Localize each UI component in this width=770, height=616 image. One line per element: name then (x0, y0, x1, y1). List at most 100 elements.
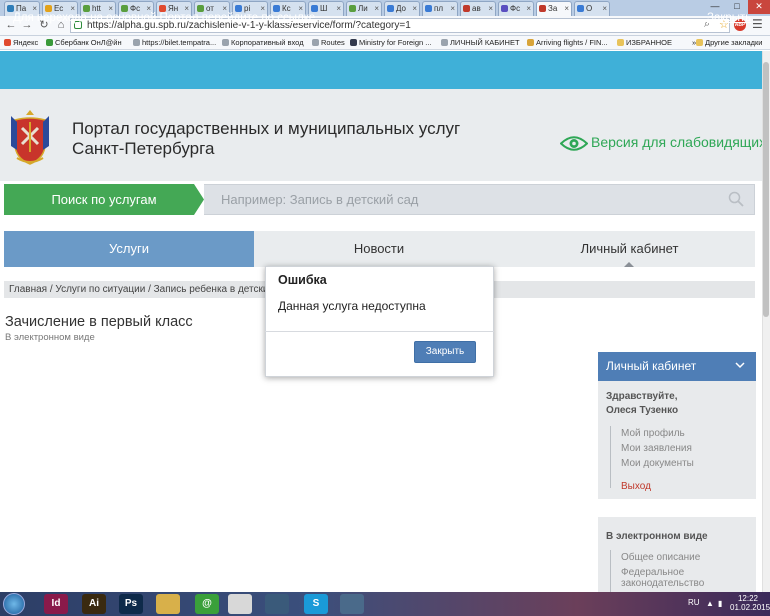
tab-favicon-icon (235, 5, 242, 12)
calc-app-icon[interactable] (340, 594, 364, 614)
tab-close-icon[interactable]: × (602, 2, 607, 15)
dialog-close-button[interactable]: Закрыть (414, 341, 476, 363)
dialog-message: Данная услуга недоступна (278, 299, 426, 313)
my-applications-link[interactable]: Мои заявления (621, 443, 692, 454)
tab-label: До (396, 4, 406, 13)
menu-item-services[interactable]: Услуги (4, 231, 254, 267)
bookmark-item[interactable]: Arriving flights / FIN... (527, 38, 608, 47)
bookmark-item[interactable]: Корпоративный вход (222, 38, 304, 47)
search-label: Поиск по услугам (4, 184, 204, 215)
tab-label: Ш (320, 4, 328, 13)
id-app-icon[interactable]: Id (44, 594, 68, 614)
ai-app-icon[interactable]: Ai (82, 594, 106, 614)
eye-icon[interactable] (560, 135, 588, 152)
browser-tab[interactable]: ав × (460, 1, 496, 16)
accessibility-version-link[interactable]: Версия для слабовидящих (591, 134, 766, 150)
tab-favicon-icon (539, 5, 546, 12)
tab-favicon-icon (121, 5, 128, 12)
coat-of-arms-icon[interactable] (5, 108, 55, 168)
browser-tab[interactable]: Ли × (346, 1, 382, 16)
logout-link[interactable]: Выход (621, 481, 651, 492)
ps-app-icon[interactable]: Ps (119, 594, 143, 614)
my-profile-link[interactable]: Мой профиль (621, 428, 685, 439)
my-documents-link[interactable]: Мои документы (621, 458, 694, 469)
email-app-icon[interactable]: @ (195, 594, 219, 614)
menu-item-news[interactable]: Новости (254, 231, 504, 267)
tab-favicon-icon (159, 5, 166, 12)
clock[interactable]: 12:22 01.02.2015 (730, 594, 770, 612)
bookmark-item[interactable]: https://bilet.tempatra... (133, 38, 216, 47)
explorer-app-icon[interactable] (156, 594, 180, 614)
tab-favicon-icon (577, 5, 584, 12)
tab-close-icon[interactable]: × (488, 2, 493, 15)
banner-text: Для перехода на основной Портал перейдит… (13, 12, 319, 24)
tab-label: За (548, 4, 558, 13)
bookmark-item[interactable]: Routes (312, 38, 345, 47)
bookmark-item[interactable]: ИЗБРАННОЕ (617, 38, 672, 47)
tab-label: ав (472, 4, 481, 13)
user-name: Олеся Тузенко (606, 405, 679, 416)
chrome-app-icon[interactable] (228, 594, 252, 614)
tab-favicon-icon (45, 5, 52, 12)
search-icon[interactable] (728, 191, 744, 207)
page-subtitle: В электронном виде (5, 332, 95, 343)
general-description-link[interactable]: Общее описание (621, 552, 700, 563)
tab-favicon-icon (349, 5, 356, 12)
chevron-down-icon[interactable] (735, 360, 745, 370)
bookmark-item[interactable]: Сбербанк ОнЛ@йн (46, 38, 122, 47)
tab-favicon-icon (463, 5, 470, 12)
tab-close-icon[interactable]: × (374, 2, 379, 15)
start-button-icon[interactable] (3, 593, 25, 615)
scrollbar-thumb[interactable] (763, 62, 769, 317)
bookmark-item[interactable]: Другие закладки (696, 38, 762, 47)
cabinet-arrow-icon (624, 262, 634, 267)
tab-favicon-icon (83, 5, 90, 12)
tab-close-icon[interactable]: × (336, 2, 341, 15)
greeting: Здравствуйте, (606, 391, 678, 402)
banner-link[interactable]: ссылке (277, 12, 315, 24)
bookmark-item[interactable]: » (683, 38, 696, 47)
dialog-title: Ошибка (278, 273, 327, 287)
tab-label: О (586, 4, 593, 13)
app-app-icon[interactable] (265, 594, 289, 614)
close-window-icon[interactable]: ✕ (748, 0, 770, 14)
tab-label: Ли (358, 4, 368, 13)
skype-app-icon[interactable]: S (304, 594, 328, 614)
menu-icon[interactable]: ☰ (752, 17, 763, 31)
browser-tab[interactable]: О × (574, 1, 610, 16)
tab-close-icon[interactable]: × (564, 2, 569, 15)
electronic-links-line (610, 550, 611, 592)
tab-close-icon[interactable]: × (450, 2, 455, 15)
search-input[interactable] (204, 184, 755, 215)
tab-favicon-icon (387, 5, 394, 12)
bookmark-item[interactable]: ЛИЧНЫЙ КАБИНЕТ (441, 38, 520, 47)
windows-taskbar (0, 592, 770, 616)
top-banner (0, 51, 770, 89)
federal-law-link-cont[interactable]: законодательство (621, 578, 704, 589)
tab-favicon-icon (7, 5, 14, 12)
tab-close-icon[interactable]: × (526, 2, 531, 15)
electronic-panel-title: В электронном виде (606, 531, 708, 542)
tab-close-icon[interactable]: × (412, 2, 417, 15)
network-icon[interactable]: ▮ (718, 599, 722, 608)
portal-title[interactable]: Портал государственных и муниципальных у… (72, 119, 502, 159)
browser-tab[interactable]: За × (536, 1, 572, 16)
dialog-divider (265, 331, 494, 332)
federal-law-link[interactable]: Федеральное (621, 567, 684, 578)
language-indicator[interactable]: RU (688, 598, 700, 607)
cabinet-panel-header[interactable]: Личный кабинет (598, 352, 756, 381)
bookmarks-bar: Яндекс Сбербанк ОнЛ@йн https://bilet.tempa… (0, 36, 770, 50)
page-title: Зачисление в первый класс (5, 314, 193, 330)
tab-favicon-icon (501, 5, 508, 12)
browser-tab[interactable]: Фс × (498, 1, 534, 16)
bookmark-item[interactable]: Ministry for Foreign ... (350, 38, 432, 47)
browser-tab[interactable]: До × (384, 1, 420, 16)
tab-favicon-icon (311, 5, 318, 12)
tab-favicon-icon (425, 5, 432, 12)
browser-tab[interactable]: пл × (422, 1, 458, 16)
volume-icon[interactable]: ▲ (706, 599, 714, 608)
banner-close-link[interactable]: Закрыть (707, 12, 751, 24)
bookmark-item[interactable]: Яндекс (4, 38, 38, 47)
tab-favicon-icon (197, 5, 204, 12)
tab-favicon-icon (273, 5, 280, 12)
